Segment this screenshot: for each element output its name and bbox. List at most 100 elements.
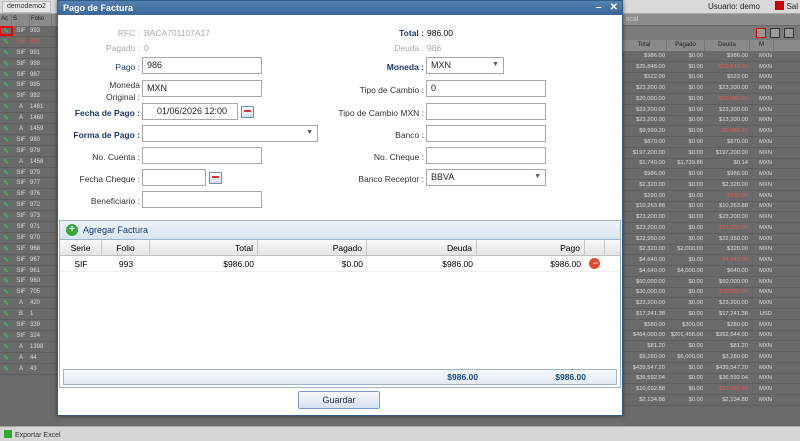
edit-icon[interactable]: ✎ — [0, 169, 12, 177]
moneda-original-input[interactable]: MXN — [142, 80, 262, 97]
beneficiario-input[interactable] — [142, 191, 262, 208]
edit-icon[interactable]: ✎ — [0, 256, 12, 264]
edit-icon[interactable]: ✎ — [0, 223, 12, 231]
list-item[interactable]: ✎ SIF 980 — [0, 135, 60, 146]
list-item[interactable]: $870.00 $0.00 $870.00 MXN — [622, 137, 800, 148]
forma-pago-select[interactable]: ▼ — [142, 125, 318, 142]
list-item[interactable]: ✎ SIF 993 — [0, 25, 60, 37]
list-item[interactable]: $580.00 $300.00 $280.00 MXN — [622, 320, 800, 331]
list-item[interactable]: $23,200.00 $0.00 $23,200.00 MXN — [622, 212, 800, 223]
edit-icon[interactable]: ✎ — [0, 114, 12, 122]
col-pago[interactable]: Pago — [477, 240, 585, 255]
list-item[interactable]: $23,200.00 $0.00 $23,200.00 MXN — [622, 83, 800, 94]
list-item[interactable]: ✎ SIF 970 — [0, 233, 60, 244]
calendar-icon[interactable] — [241, 106, 254, 118]
col-total[interactable]: Total — [150, 240, 258, 255]
list-item[interactable]: $986.00 $0.00 $986.00 MXN — [622, 169, 800, 180]
dialog-titlebar[interactable]: Pago de Factura – ✕ — [58, 1, 622, 15]
list-item[interactable]: $4,640.00 $4,000.00 $640.00 MXN — [622, 266, 800, 277]
edit-icon[interactable]: ✎ — [0, 60, 12, 68]
refresh-icon[interactable] — [770, 28, 780, 38]
edit-icon[interactable]: ✎ — [0, 234, 12, 242]
col-serie[interactable]: Serie — [60, 240, 102, 255]
list-item[interactable]: ✎ A 43 — [0, 364, 60, 375]
search-field[interactable]: scal — [622, 14, 800, 26]
row-pago[interactable]: $986.00 — [477, 259, 585, 269]
edit-icon[interactable]: ✎ — [0, 190, 12, 198]
list-item[interactable]: ✎ SIF 972 — [0, 200, 60, 212]
settings-icon[interactable] — [784, 28, 794, 38]
add-invoice-button[interactable]: + Agregar Factura — [60, 221, 620, 240]
list-item[interactable]: ✎ SIF 987 — [0, 70, 60, 81]
calendar-icon[interactable] — [209, 172, 222, 184]
col-pagado[interactable]: Pagado — [258, 240, 367, 255]
edit-icon[interactable]: ✎ — [0, 365, 12, 373]
list-item[interactable]: ✎ SIF 992 — [0, 37, 60, 48]
edit-icon[interactable]: ✎ — [0, 49, 12, 57]
list-item[interactable]: ✎ SIF 968 — [0, 244, 60, 255]
list-item[interactable]: ✎ A 1398 — [0, 342, 60, 353]
edit-icon[interactable]: ✎ — [0, 310, 12, 318]
moneda-select[interactable]: MXN ▼ — [426, 57, 504, 74]
list-item[interactable]: ✎ SIF 982 — [0, 91, 60, 103]
list-item[interactable]: $17,241.38 $0.00 $17,241.38 USD — [622, 309, 800, 320]
list-item[interactable]: $60,000.00 $0.00 $60,000.00 MXN — [622, 277, 800, 288]
edit-icon[interactable]: ✎ — [0, 125, 12, 133]
list-item[interactable]: $464,000.00 $201,456.00 $262,544.00 MXN — [622, 331, 800, 342]
list-item[interactable]: $439,547.20 $0.00 $439,547.20 MXN — [622, 363, 800, 374]
list-item[interactable]: $2,134.88 $0.00 $2,134.88 MXN — [622, 395, 800, 406]
save-button[interactable]: Guardar — [298, 391, 380, 409]
list-item[interactable]: ✎ SIF 976 — [0, 189, 60, 201]
list-item[interactable]: $10,263.88 $0.00 $10,263.88 MXN — [622, 202, 800, 213]
col-folio[interactable]: Folio — [102, 240, 150, 255]
list-item[interactable]: ✎ SIF 961 — [0, 266, 60, 277]
tipo-cambio-mxn-input[interactable] — [426, 103, 546, 120]
edit-icon[interactable]: ✎ — [0, 25, 13, 36]
list-item[interactable]: ✎ SIF 977 — [0, 178, 60, 190]
list-item[interactable]: $25,848.00 $0.00 $25,848.00 MXN — [622, 62, 800, 73]
edit-icon[interactable]: ✎ — [0, 92, 12, 100]
edit-icon[interactable]: ✎ — [0, 343, 12, 351]
list-item[interactable]: ✎ SIF 978 — [0, 146, 60, 157]
list-item[interactable]: $22,950.00 $0.00 $22,950.00 MXN — [622, 234, 800, 245]
no-cheque-input[interactable] — [426, 147, 546, 164]
edit-icon[interactable]: ✎ — [0, 201, 12, 209]
list-item[interactable]: $23,200.00 $0.00 $23,200.00 MXN — [622, 298, 800, 309]
list-item[interactable]: $30,000.00 $0.00 $30,000.00 MXN — [622, 288, 800, 299]
delete-icon[interactable] — [756, 28, 766, 38]
list-item[interactable]: ✎ SIF 979 — [0, 168, 60, 179]
fecha-cheque-input[interactable] — [142, 169, 206, 186]
list-item[interactable]: ✎ B 1 — [0, 309, 60, 321]
list-item[interactable]: ✎ A 1458 — [0, 157, 60, 168]
edit-icon[interactable]: ✎ — [0, 81, 12, 89]
edit-icon[interactable]: ✎ — [0, 245, 12, 253]
header-moneda[interactable]: M — [750, 40, 774, 51]
list-item[interactable]: ✎ SIF 971 — [0, 222, 60, 233]
list-item[interactable]: $9,999.20 $0.00 $9,999.20 MXN — [622, 126, 800, 137]
close-icon[interactable]: ✕ — [610, 2, 618, 13]
banco-receptor-select[interactable]: BBVA ▼ — [426, 169, 546, 186]
list-item[interactable]: $1,740.00 $1,739.86 $0.14 MXN — [622, 159, 800, 170]
list-item[interactable]: ✎ A 44 — [0, 353, 60, 364]
list-item[interactable]: ✎ SIF 967 — [0, 255, 60, 266]
list-item[interactable]: $522.00 $0.00 $522.00 MXN — [622, 73, 800, 84]
header-folio[interactable]: Folio — [30, 14, 52, 26]
remove-icon[interactable]: − — [589, 258, 600, 269]
banco-input[interactable] — [426, 125, 546, 142]
edit-icon[interactable]: ✎ — [0, 71, 12, 79]
edit-icon[interactable]: ✎ — [0, 136, 12, 144]
edit-icon[interactable]: ✎ — [0, 267, 12, 275]
list-item[interactable]: $36,592.04 $0.00 $36,592.04 MXN — [622, 374, 800, 385]
table-row[interactable]: SIF 993 $986.00 $0.00 $986.00 $986.00 − — [60, 256, 620, 272]
list-item[interactable]: $2,320.00 $2,000.00 $320.00 MXN — [622, 245, 800, 256]
edit-icon[interactable]: ✎ — [0, 38, 12, 46]
tipo-cambio-input[interactable]: 0 — [426, 80, 546, 97]
list-item[interactable]: ✎ SIF 960 — [0, 276, 60, 288]
no-cuenta-input[interactable] — [142, 147, 262, 164]
list-item[interactable]: ✎ A 1460 — [0, 113, 60, 125]
col-deuda[interactable]: Deuda — [367, 240, 477, 255]
app-tab[interactable]: demodemo2 — [2, 1, 51, 13]
list-item[interactable]: ✎ A 1459 — [0, 124, 60, 135]
list-item[interactable]: $23,200.00 $0.00 $23,200.00 MXN — [622, 105, 800, 116]
list-item[interactable]: $23,200.00 $0.00 $23,200.00 MXN — [622, 223, 800, 234]
